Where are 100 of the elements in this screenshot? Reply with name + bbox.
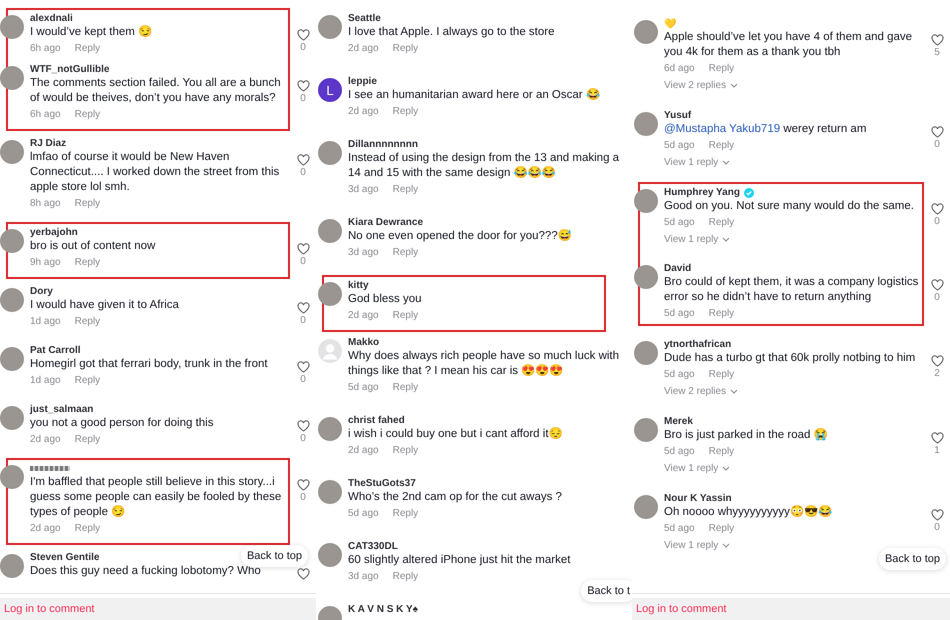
mention-link[interactable]: @Mustapha Yakub719 xyxy=(664,123,780,135)
like-button[interactable] xyxy=(930,34,944,46)
view-replies-button[interactable]: View 1 reply xyxy=(664,537,730,554)
timestamp: 3d ago xyxy=(348,247,379,258)
username[interactable]: Dillannnnnnnn xyxy=(348,139,418,150)
reply-button[interactable]: Reply xyxy=(74,523,100,534)
reply-button[interactable]: Reply xyxy=(74,434,100,445)
username[interactable]: WTF_notGullible xyxy=(30,64,110,75)
heart-icon xyxy=(930,126,944,138)
view-replies-button[interactable]: View 1 reply xyxy=(664,231,730,248)
reply-button[interactable]: Reply xyxy=(74,257,100,268)
username[interactable]: Pat Carroll xyxy=(30,345,81,356)
timestamp: 6d ago xyxy=(664,63,695,74)
avatar-photo xyxy=(0,465,24,489)
reply-button[interactable]: Reply xyxy=(74,43,100,54)
heart-icon xyxy=(296,154,310,166)
username[interactable]: RJ Diaz xyxy=(30,138,66,149)
like-button[interactable] xyxy=(296,29,310,41)
username[interactable]: Humphrey Yang xyxy=(664,187,740,198)
reply-button[interactable]: Reply xyxy=(392,184,418,195)
username[interactable]: CAT330DL xyxy=(348,541,398,552)
like-count: 0 xyxy=(934,138,940,152)
reply-button[interactable]: Reply xyxy=(74,198,100,209)
login-link[interactable]: Log in to comment xyxy=(4,603,94,615)
username[interactable]: leppie xyxy=(348,76,377,87)
like-button[interactable] xyxy=(930,126,944,138)
like-button[interactable] xyxy=(296,302,310,314)
comment-text: Dude has a turbo gt that 60k prolly notbing to him xyxy=(664,351,916,366)
username[interactable]: Makko xyxy=(348,337,380,348)
comment-text: Who’s the 2nd cam op for the cut aways ? xyxy=(348,490,563,505)
comment-text: The comments section failed. You all are a bunch of would be theives, don’t you have any morals? xyxy=(30,76,282,106)
back-to-top-button[interactable]: Back to top xyxy=(240,545,308,567)
view-replies-button[interactable]: View 2 replies xyxy=(664,383,738,400)
avatar-photo xyxy=(0,288,24,312)
reply-button[interactable]: Reply xyxy=(392,247,418,258)
username[interactable]: Dory xyxy=(30,286,53,297)
heart-icon xyxy=(296,479,310,491)
username[interactable]: Seattle xyxy=(348,13,381,24)
username[interactable]: christ fahed xyxy=(348,415,405,426)
chevron-down-icon xyxy=(722,237,730,242)
like-button[interactable] xyxy=(296,361,310,373)
timestamp: 2d ago xyxy=(348,310,379,321)
username[interactable]: alexdnali xyxy=(30,13,73,24)
reply-button[interactable]: Reply xyxy=(708,523,734,534)
like-button[interactable] xyxy=(296,568,310,580)
comment-text: Bro could of kept them, it was a company logistics error so he didn’t have to return anything xyxy=(664,275,920,305)
like-button[interactable] xyxy=(296,154,310,166)
username[interactable]: yerbajohn xyxy=(30,227,78,238)
username[interactable]: Nour K Yassin xyxy=(664,493,732,504)
reply-button[interactable]: Reply xyxy=(708,217,734,228)
username[interactable]: Merek xyxy=(664,416,693,427)
avatar-photo xyxy=(0,406,24,430)
reply-button[interactable]: Reply xyxy=(708,140,734,151)
timestamp: 5d ago xyxy=(348,382,379,393)
comment-text: Apple should’ve let you have 4 of them and gave you 4k for them as a thank you tbh xyxy=(664,30,914,60)
like-button[interactable] xyxy=(930,355,944,367)
reply-button[interactable]: Reply xyxy=(392,571,418,582)
reply-button[interactable]: Reply xyxy=(74,316,100,327)
back-to-top-button[interactable]: Back to top xyxy=(878,548,946,570)
like-button[interactable] xyxy=(930,509,944,521)
reply-button[interactable]: Reply xyxy=(708,308,734,319)
back-to-top-button[interactable]: Back to t xyxy=(581,580,632,602)
like-button[interactable] xyxy=(930,279,944,291)
username[interactable]: Steven Gentile xyxy=(30,552,100,563)
username[interactable]: K A V N S K Y♠ xyxy=(348,604,418,615)
reply-button[interactable]: Reply xyxy=(392,382,418,393)
timestamp: 6h ago xyxy=(30,109,61,120)
heart-icon xyxy=(930,432,944,444)
reply-button[interactable]: Reply xyxy=(708,63,734,74)
reply-button[interactable]: Reply xyxy=(74,375,100,386)
avatar-photo xyxy=(0,15,24,39)
like-button[interactable] xyxy=(930,432,944,444)
comment-text: you not a good person for doing this xyxy=(30,416,214,431)
reply-button[interactable]: Reply xyxy=(708,446,734,457)
like-button[interactable] xyxy=(296,80,310,92)
reply-button[interactable]: Reply xyxy=(74,109,100,120)
username[interactable]: just_salmaan xyxy=(30,404,94,415)
username[interactable]: TheStuGots37 xyxy=(348,478,416,489)
timestamp: 2d ago xyxy=(348,43,379,54)
reply-button[interactable]: Reply xyxy=(392,508,418,519)
comment-text: Oh noooo whyyyyyyyyyy😳😎😂 xyxy=(664,505,833,520)
username[interactable]: ytnorthafrican xyxy=(664,339,732,350)
view-replies-button[interactable]: View 1 reply xyxy=(664,460,730,477)
username[interactable]: David xyxy=(664,263,692,274)
like-button[interactable] xyxy=(930,203,944,215)
username[interactable]: Kiara Dewrance xyxy=(348,217,424,228)
like-button[interactable] xyxy=(296,479,310,491)
reply-button[interactable]: Reply xyxy=(392,106,418,117)
reply-button[interactable]: Reply xyxy=(392,445,418,456)
view-replies-button[interactable]: View 2 replies xyxy=(664,77,738,94)
reply-button[interactable]: Reply xyxy=(392,43,418,54)
like-button[interactable] xyxy=(296,420,310,432)
reply-button[interactable]: Reply xyxy=(708,369,734,380)
like-count: 1 xyxy=(934,444,940,458)
username[interactable]: Yusuf xyxy=(664,110,692,121)
username[interactable]: kitty xyxy=(348,280,369,291)
view-replies-button[interactable]: View 1 reply xyxy=(664,154,730,171)
reply-button[interactable]: Reply xyxy=(392,310,418,321)
login-link[interactable]: Log in to comment xyxy=(636,603,726,615)
like-button[interactable] xyxy=(296,243,310,255)
